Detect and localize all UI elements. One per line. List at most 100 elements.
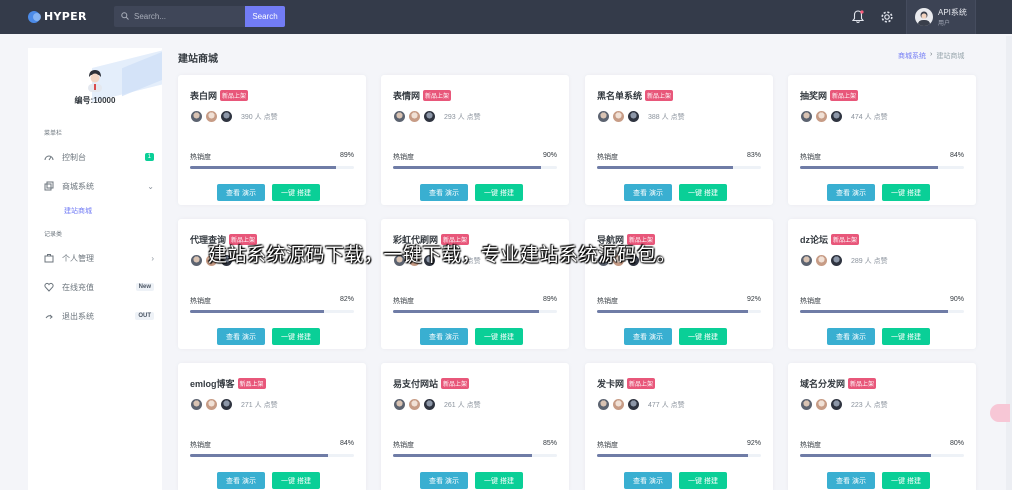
hot-label: 热销度 — [190, 442, 211, 449]
view-demo-button[interactable]: 查看 演示 — [624, 328, 672, 345]
like-count: 261 人 点赞 — [444, 401, 481, 409]
hot-label: 热销度 — [800, 442, 821, 449]
avatar — [408, 398, 421, 411]
one-click-build-button[interactable]: 一键 搭建 — [272, 328, 320, 345]
one-click-build-button[interactable]: 一键 搭建 — [272, 184, 320, 201]
like-count: 390 人 点赞 — [241, 113, 278, 121]
view-demo-button[interactable]: 查看 演示 — [624, 184, 672, 201]
sidebar-item-recharge[interactable]: 在线充值 New — [44, 279, 154, 295]
hot-label: 热销度 — [393, 298, 414, 305]
hot-label: 热销度 — [800, 154, 821, 161]
hot-label: 热销度 — [800, 298, 821, 305]
card-title: dz论坛 — [800, 235, 828, 245]
hot-progress-fill — [393, 310, 539, 313]
hot-progress-fill — [800, 454, 932, 457]
avatar — [597, 398, 610, 411]
sidebar-section-records: 记录类 — [44, 232, 63, 238]
page-title: 建站商城 — [178, 54, 218, 65]
one-click-build-button[interactable]: 一键 搭建 — [679, 184, 727, 201]
view-demo-button[interactable]: 查看 演示 — [217, 472, 265, 489]
breadcrumb-current: 建站商城 — [936, 53, 965, 60]
sidebar-item-personal[interactable]: 个人管理 › — [44, 250, 154, 266]
view-demo-button[interactable]: 查看 演示 — [624, 472, 672, 489]
hot-percent: 89% — [339, 152, 354, 159]
one-click-build-button[interactable]: 一键 搭建 — [475, 184, 523, 201]
brand-name: HYPER — [44, 10, 87, 23]
avatar — [423, 398, 436, 411]
liker-avatars: 390 人 点赞 — [190, 110, 278, 123]
avatar — [408, 110, 421, 123]
user-menu[interactable]: API系统 用户 — [906, 0, 976, 34]
card-title-row: 抽奖网 新品上架 — [800, 89, 859, 102]
search-input[interactable] — [114, 6, 245, 27]
sidebar-subitem-site-mall[interactable]: 建站商城 — [64, 206, 92, 216]
logo-icon — [28, 10, 41, 23]
avatar — [800, 110, 813, 123]
breadcrumb: 商城系统 › 建站商城 — [898, 51, 964, 61]
briefcase-icon — [44, 254, 54, 263]
view-demo-button[interactable]: 查看 演示 — [420, 184, 468, 201]
hot-progress-bar — [597, 166, 761, 169]
breadcrumb-link[interactable]: 商城系统 — [898, 51, 926, 61]
view-demo-button[interactable]: 查看 演示 — [827, 184, 875, 201]
one-click-build-button[interactable]: 一键 搭建 — [679, 472, 727, 489]
one-click-build-button[interactable]: 一键 搭建 — [475, 472, 523, 489]
one-click-build-button[interactable]: 一键 搭建 — [882, 184, 930, 201]
like-count: 271 人 点赞 — [241, 401, 278, 409]
hot-progress-fill — [597, 454, 748, 457]
hot-progress-bar — [800, 454, 964, 457]
hot-progress-fill — [190, 310, 325, 313]
liker-avatars: 474 人 点赞 — [800, 110, 888, 123]
heart-icon — [44, 282, 54, 292]
card-title: 表白网 — [190, 91, 218, 101]
view-demo-button[interactable]: 查看 演示 — [420, 472, 468, 489]
view-demo-button[interactable]: 查看 演示 — [217, 184, 265, 201]
one-click-build-button[interactable]: 一键 搭建 — [882, 472, 930, 489]
hot-label: 热销度 — [597, 442, 618, 449]
card-title-row: 表情网 新品上架 — [393, 89, 452, 102]
one-click-build-button[interactable]: 一键 搭建 — [475, 328, 523, 345]
hot-label: 热销度 — [597, 298, 618, 305]
view-demo-button[interactable]: 查看 演示 — [827, 472, 875, 489]
sidebar-item-shop-system[interactable]: 商城系统 ⌄ — [44, 178, 154, 194]
view-demo-button[interactable]: 查看 演示 — [420, 328, 468, 345]
card-title: 抽奖网 — [800, 91, 828, 101]
avatar — [800, 398, 813, 411]
avatar — [205, 398, 218, 411]
watermark-caption: 建站系统源码下载，一键下载，专业建站系统源码包。 — [208, 244, 677, 266]
sidebar-item-logout[interactable]: 退出系统 OUT — [44, 308, 154, 324]
view-demo-button[interactable]: 查看 演示 — [827, 328, 875, 345]
floating-helper-button[interactable] — [990, 404, 1010, 422]
sidebar-item-label: 控制台 — [62, 152, 86, 162]
profile-avatar — [88, 70, 102, 92]
notification-bell-icon[interactable] — [852, 10, 864, 24]
card-title: 表情网 — [393, 91, 421, 101]
new-product-tag: 新品上架 — [627, 378, 656, 389]
chevron-right-icon: › — [151, 253, 154, 263]
one-click-build-button[interactable]: 一键 搭建 — [882, 328, 930, 345]
settings-gear-icon[interactable] — [880, 10, 894, 24]
product-card: 发卡网 新品上架 477 人 点赞 热销度 92% 查看 演示 一键 搭建 — [585, 363, 773, 490]
hot-percent: 90% — [949, 296, 964, 303]
hot-progress-bar — [597, 310, 761, 313]
card-title-row: 域名分发网 新品上架 — [800, 377, 877, 390]
avatar — [597, 110, 610, 123]
view-demo-button[interactable]: 查看 演示 — [217, 328, 265, 345]
avatar — [190, 398, 203, 411]
avatar — [627, 398, 640, 411]
one-click-build-button[interactable]: 一键 搭建 — [679, 328, 727, 345]
avatar — [190, 110, 203, 123]
liker-avatars: 477 人 点赞 — [597, 398, 685, 411]
product-card: 代理查询 新品上架 热销度 82% 查看 演示 一键 搭建 — [178, 219, 366, 349]
new-product-tag: 新品上架 — [830, 90, 859, 101]
one-click-build-button[interactable]: 一键 搭建 — [272, 472, 320, 489]
brand-logo[interactable]: HYPER — [28, 10, 87, 23]
hot-label: 热销度 — [393, 442, 414, 449]
sidebar-item-dashboard[interactable]: 控制台 1 — [44, 149, 154, 165]
search-button[interactable]: Search — [245, 6, 285, 27]
member-number: 编号:10000 — [74, 96, 116, 105]
product-card: 易支付网站 新品上架 261 人 点赞 热销度 85% 查看 演示 一键 搭建 — [381, 363, 569, 490]
avatar — [815, 254, 828, 267]
hot-progress-fill — [393, 454, 533, 457]
left-sidebar: 编号:10000 菜单栏 控制台 1 商城系统 ⌄ 建站商城 记录类 个人管理 … — [28, 48, 162, 490]
